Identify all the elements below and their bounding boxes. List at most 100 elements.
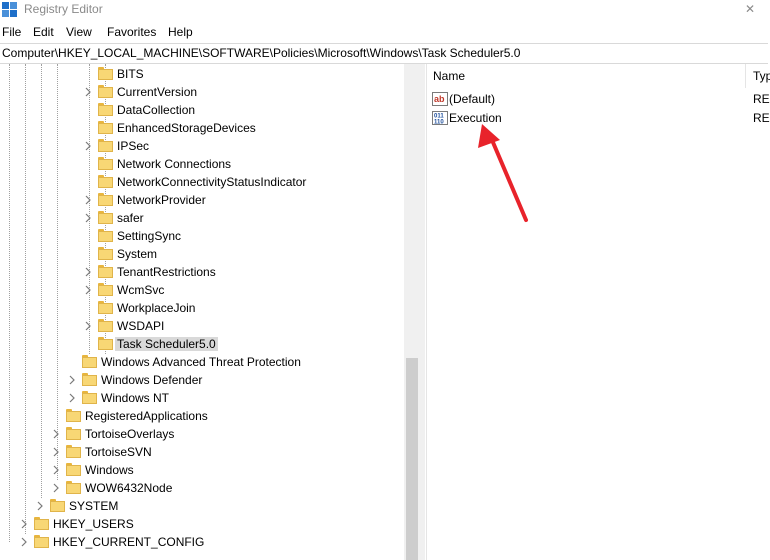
tree-node[interactable]: WOW6432Node: [0, 479, 404, 497]
tree-node-label[interactable]: NetworkProvider: [115, 193, 208, 207]
value-row-execution[interactable]: 011 110 Execution REG: [427, 109, 770, 127]
tree-node[interactable]: HKEY_USERS: [0, 515, 404, 533]
tree-node-label[interactable]: HKEY_USERS: [51, 517, 136, 531]
tree-node-label[interactable]: safer: [115, 211, 146, 225]
address-path[interactable]: Computer\HKEY_LOCAL_MACHINE\SOFTWARE\Pol…: [2, 46, 520, 60]
tree-node[interactable]: WSDAPI: [0, 317, 404, 335]
folder-icon: [66, 427, 81, 440]
folder-icon: [98, 121, 113, 134]
menu-file[interactable]: File: [2, 25, 21, 39]
folder-icon: [66, 481, 81, 494]
tree-node[interactable]: safer: [0, 209, 404, 227]
tree-node[interactable]: RegisteredApplications: [0, 407, 404, 425]
tree-node-label[interactable]: Task Scheduler5.0: [115, 337, 218, 351]
chevron-right-icon[interactable]: [20, 515, 32, 533]
tree-node-label[interactable]: HKEY_CURRENT_CONFIG: [51, 535, 206, 549]
tree-node[interactable]: NetworkProvider: [0, 191, 404, 209]
tree-node[interactable]: Task Scheduler5.0: [0, 335, 404, 353]
tree-node-label[interactable]: Windows NT: [99, 391, 171, 405]
tree-node-label[interactable]: Windows Defender: [99, 373, 204, 387]
folder-icon: [50, 499, 65, 512]
tree-node-label[interactable]: Windows: [83, 463, 136, 477]
values-list-pane[interactable]: Name Typ ab (Default) REG 011 110 Execut…: [426, 64, 770, 560]
chevron-right-icon[interactable]: [84, 263, 96, 281]
tree-node-label[interactable]: WorkplaceJoin: [115, 301, 197, 315]
tree-node-label[interactable]: SYSTEM: [67, 499, 120, 513]
tree-node[interactable]: Windows NT: [0, 389, 404, 407]
chevron-right-icon[interactable]: [52, 479, 64, 497]
tree-node-label[interactable]: WcmSvc: [115, 283, 166, 297]
value-row-default[interactable]: ab (Default) REG: [427, 90, 770, 108]
value-name: Execution: [449, 111, 502, 125]
tree-node-label[interactable]: RegisteredApplications: [83, 409, 210, 423]
tree-node[interactable]: NetworkConnectivityStatusIndicator: [0, 173, 404, 191]
chevron-right-icon[interactable]: [68, 371, 80, 389]
tree-node[interactable]: SettingSync: [0, 227, 404, 245]
tree-node[interactable]: TenantRestrictions: [0, 263, 404, 281]
tree-node[interactable]: BITS: [0, 65, 404, 83]
tree-node[interactable]: Network Connections: [0, 155, 404, 173]
folder-icon: [34, 535, 49, 548]
scrollbar-thumb[interactable]: [406, 358, 418, 560]
tree-node-label[interactable]: IPSec: [115, 139, 151, 153]
tree-node[interactable]: TortoiseSVN: [0, 443, 404, 461]
tree-node[interactable]: DataCollection: [0, 101, 404, 119]
tree-node[interactable]: Windows Defender: [0, 371, 404, 389]
tree-node[interactable]: SYSTEM: [0, 497, 404, 515]
chevron-right-icon[interactable]: [52, 461, 64, 479]
menu-help[interactable]: Help: [168, 25, 193, 39]
tree-node[interactable]: Windows Advanced Threat Protection: [0, 353, 404, 371]
chevron-right-icon[interactable]: [84, 137, 96, 155]
tree-node-label[interactable]: BITS: [115, 67, 146, 81]
chevron-right-icon[interactable]: [20, 533, 32, 551]
chevron-right-icon[interactable]: [84, 191, 96, 209]
pane-splitter[interactable]: [420, 64, 425, 560]
menu-favorites[interactable]: Favorites: [107, 25, 156, 39]
tree-node-label[interactable]: NetworkConnectivityStatusIndicator: [115, 175, 308, 189]
chevron-right-icon[interactable]: [84, 281, 96, 299]
registry-key-tree[interactable]: BITS CurrentVersion DataCollection Enhanced…: [0, 64, 404, 560]
tree-vertical-scrollbar[interactable]: [404, 64, 420, 560]
tree-node[interactable]: WorkplaceJoin: [0, 299, 404, 317]
menu-edit[interactable]: Edit: [33, 25, 54, 39]
window-title: Registry Editor: [24, 2, 103, 16]
tree-node-label[interactable]: Network Connections: [115, 157, 233, 171]
tree-node[interactable]: Windows: [0, 461, 404, 479]
svg-text:ab: ab: [434, 94, 445, 104]
folder-icon: [82, 355, 97, 368]
menu-view[interactable]: View: [66, 25, 92, 39]
tree-node-label[interactable]: SettingSync: [115, 229, 183, 243]
chevron-right-icon[interactable]: [84, 317, 96, 335]
close-icon[interactable]: ✕: [735, 0, 765, 20]
chevron-right-icon[interactable]: [84, 83, 96, 101]
tree-node-label[interactable]: WSDAPI: [115, 319, 166, 333]
address-bar[interactable]: Computer\HKEY_LOCAL_MACHINE\SOFTWARE\Pol…: [0, 43, 768, 64]
tree-node[interactable]: TortoiseOverlays: [0, 425, 404, 443]
tree-node[interactable]: EnhancedStorageDevices: [0, 119, 404, 137]
tree-node-label[interactable]: WOW6432Node: [83, 481, 174, 495]
tree-node-label[interactable]: DataCollection: [115, 103, 197, 117]
tree-node[interactable]: WcmSvc: [0, 281, 404, 299]
chevron-right-icon[interactable]: [68, 389, 80, 407]
title-bar[interactable]: Registry Editor ✕: [0, 0, 770, 20]
tree-node-label[interactable]: Windows Advanced Threat Protection: [99, 355, 303, 369]
column-header-name[interactable]: Name: [433, 64, 465, 88]
chevron-right-icon[interactable]: [84, 209, 96, 227]
tree-node-label[interactable]: TortoiseSVN: [83, 445, 154, 459]
chevron-right-icon[interactable]: [52, 425, 64, 443]
folder-icon: [98, 157, 113, 170]
tree-node-label[interactable]: CurrentVersion: [115, 85, 199, 99]
tree-node-label[interactable]: EnhancedStorageDevices: [115, 121, 258, 135]
column-separator[interactable]: [745, 64, 746, 88]
chevron-right-icon[interactable]: [52, 443, 64, 461]
tree-node-label[interactable]: System: [115, 247, 159, 261]
tree-node[interactable]: HKEY_CURRENT_CONFIG: [0, 533, 404, 551]
tree-node-label[interactable]: TortoiseOverlays: [83, 427, 176, 441]
tree-node-label[interactable]: TenantRestrictions: [115, 265, 218, 279]
folder-icon: [66, 463, 81, 476]
column-header-type[interactable]: Typ: [753, 64, 770, 88]
tree-node[interactable]: System: [0, 245, 404, 263]
chevron-right-icon[interactable]: [36, 497, 48, 515]
tree-node[interactable]: IPSec: [0, 137, 404, 155]
tree-node[interactable]: CurrentVersion: [0, 83, 404, 101]
